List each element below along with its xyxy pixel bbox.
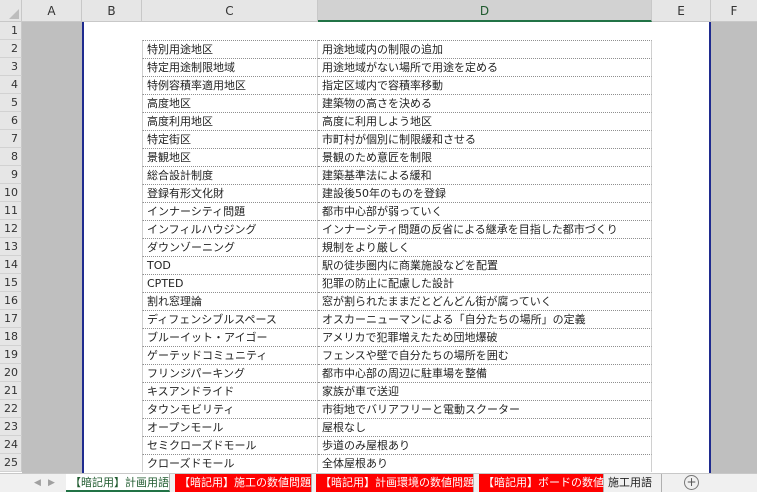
row-header[interactable]: 16 bbox=[0, 292, 22, 310]
description-cell[interactable]: フェンスや壁で自分たちの場所を囲む bbox=[318, 346, 652, 364]
column-header-b[interactable]: B bbox=[82, 0, 142, 22]
row-header[interactable]: 9 bbox=[0, 166, 22, 184]
description-cell[interactable]: 市街地でバリアフリーと電動スクーター bbox=[318, 400, 652, 418]
column-header-f[interactable]: F bbox=[711, 0, 757, 22]
row-header[interactable]: 6 bbox=[0, 112, 22, 130]
term-cell[interactable]: CPTED bbox=[142, 274, 318, 292]
term-cell[interactable]: インナーシティ問題 bbox=[142, 202, 318, 220]
row-header[interactable]: 3 bbox=[0, 58, 22, 76]
term-cell[interactable]: キスアンドライド bbox=[142, 382, 318, 400]
term-cell[interactable]: ブルーイット・アイゴー bbox=[142, 328, 318, 346]
description-cell[interactable]: インナーシティ問題の反省による継承を目指した都市づくり bbox=[318, 220, 652, 238]
row-header[interactable]: 15 bbox=[0, 274, 22, 292]
term-cell[interactable]: 高度地区 bbox=[142, 94, 318, 112]
term-cell[interactable]: TOD bbox=[142, 256, 318, 274]
row-header[interactable]: 12 bbox=[0, 220, 22, 238]
description-cell[interactable]: 市町村が個別に制限緩和させる bbox=[318, 130, 652, 148]
column-header-e[interactable]: E bbox=[652, 0, 711, 22]
term-cell[interactable]: 特別用途地区 bbox=[142, 40, 318, 58]
description-cell[interactable]: 都市中心部の周辺に駐車場を整備 bbox=[318, 364, 652, 382]
row-header[interactable]: 14 bbox=[0, 256, 22, 274]
description-cell[interactable]: 犯罪の防止に配慮した設計 bbox=[318, 274, 652, 292]
term-cell[interactable]: ダウンゾーニング bbox=[142, 238, 318, 256]
spreadsheet: A B C D E F 1 2 特別用途地区 用途地域内の制限の追加 3 特定用途制限地域… bbox=[0, 0, 757, 473]
description-cell[interactable]: 規制をより厳しく bbox=[318, 238, 652, 256]
term-cell[interactable]: 特定街区 bbox=[142, 130, 318, 148]
tab-seko-yogo[interactable]: 施工用語 bbox=[604, 474, 662, 492]
description-cell[interactable]: アメリカで犯罪増えたため団地爆破 bbox=[318, 328, 652, 346]
term-cell[interactable]: 高度利用地区 bbox=[142, 112, 318, 130]
column-header-c[interactable]: C bbox=[142, 0, 318, 22]
tab-keikaku-kankyo-suchi[interactable]: 【暗記用】計画環境の数値問題 bbox=[316, 474, 474, 492]
description-cell[interactable]: 駅の徒歩圏内に商業施設などを配置 bbox=[318, 256, 652, 274]
description-cell[interactable]: 用途地域内の制限の追加 bbox=[318, 40, 652, 58]
term-cell[interactable]: セミクローズドモール bbox=[142, 436, 318, 454]
row-header[interactable]: 23 bbox=[0, 418, 22, 436]
tab-keikaku-yogo[interactable]: 【暗記用】計画用語 bbox=[66, 474, 170, 492]
description-cell[interactable]: 建築基準法による緩和 bbox=[318, 166, 652, 184]
row-header[interactable]: 5 bbox=[0, 94, 22, 112]
term-cell[interactable]: フリンジパーキング bbox=[142, 364, 318, 382]
prev-sheet-icon[interactable]: ◀ bbox=[34, 474, 41, 492]
description-cell[interactable]: 窓が割られたままだとどんどん街が腐っていく bbox=[318, 292, 652, 310]
row-header[interactable]: 10 bbox=[0, 184, 22, 202]
row-header[interactable]: 20 bbox=[0, 364, 22, 382]
term-cell[interactable]: タウンモビリティ bbox=[142, 400, 318, 418]
row-header[interactable]: 8 bbox=[0, 148, 22, 166]
select-all-corner[interactable] bbox=[0, 0, 22, 22]
row-header[interactable]: 1 bbox=[0, 22, 22, 40]
term-cell[interactable]: インフィルハウジング bbox=[142, 220, 318, 238]
row-header[interactable]: 22 bbox=[0, 400, 22, 418]
row-header[interactable]: 24 bbox=[0, 436, 22, 454]
row-header[interactable]: 19 bbox=[0, 346, 22, 364]
term-cell[interactable]: オープンモール bbox=[142, 418, 318, 436]
tab-board-suchi[interactable]: 【暗記用】ボードの数値 bbox=[479, 474, 604, 492]
term-cell[interactable]: ゲーテッドコミュニティ bbox=[142, 346, 318, 364]
description-cell[interactable]: 景観のため意匠を制限 bbox=[318, 148, 652, 166]
sheet-tab-bar: ◀ ▶ 【暗記用】計画用語 【暗記用】施工の数値問題 【暗記用】計画環境の数値問… bbox=[0, 473, 757, 492]
row-header[interactable]: 11 bbox=[0, 202, 22, 220]
column-header-a[interactable]: A bbox=[22, 0, 82, 22]
description-cell[interactable]: 建築物の高さを決める bbox=[318, 94, 652, 112]
column-header-d[interactable]: D bbox=[318, 0, 652, 22]
row-header[interactable]: 2 bbox=[0, 40, 22, 58]
term-cell[interactable]: 特例容積率適用地区 bbox=[142, 76, 318, 94]
description-cell[interactable]: 家族が車で送迎 bbox=[318, 382, 652, 400]
term-cell[interactable]: ディフェンシブルスペース bbox=[142, 310, 318, 328]
tab-seko-suchi[interactable]: 【暗記用】施工の数値問題 bbox=[175, 474, 312, 492]
next-sheet-icon[interactable]: ▶ bbox=[48, 474, 55, 492]
row-header[interactable]: 25 bbox=[0, 454, 22, 472]
description-cell[interactable]: 全体屋根あり bbox=[318, 454, 652, 472]
term-cell[interactable]: クローズドモール bbox=[142, 454, 318, 472]
description-cell[interactable]: 都市中心部が弱っていく bbox=[318, 202, 652, 220]
description-cell[interactable]: オスカーニューマンによる「自分たちの場所」の定義 bbox=[318, 310, 652, 328]
column-f-shaded bbox=[711, 22, 757, 473]
row-header[interactable]: 13 bbox=[0, 238, 22, 256]
column-a-shaded bbox=[22, 22, 82, 473]
row-header[interactable]: 17 bbox=[0, 310, 22, 328]
row-header[interactable]: 7 bbox=[0, 130, 22, 148]
add-sheet-icon[interactable]: + bbox=[684, 475, 699, 490]
description-cell[interactable]: 高度に利用しよう地区 bbox=[318, 112, 652, 130]
row-header[interactable]: 18 bbox=[0, 328, 22, 346]
row-header[interactable]: 21 bbox=[0, 382, 22, 400]
term-cell[interactable]: 登録有形文化財 bbox=[142, 184, 318, 202]
row-header[interactable]: 4 bbox=[0, 76, 22, 94]
description-cell[interactable]: 指定区域内で容積率移動 bbox=[318, 76, 652, 94]
description-cell[interactable]: 用途地域がない場所で用途を定める bbox=[318, 58, 652, 76]
description-cell[interactable]: 歩道のみ屋根あり bbox=[318, 436, 652, 454]
term-cell[interactable]: 特定用途制限地域 bbox=[142, 58, 318, 76]
description-cell[interactable]: 建設後50年のものを登録 bbox=[318, 184, 652, 202]
term-cell[interactable]: 景観地区 bbox=[142, 148, 318, 166]
term-cell[interactable]: 割れ窓理論 bbox=[142, 292, 318, 310]
description-cell[interactable]: 屋根なし bbox=[318, 418, 652, 436]
term-cell[interactable]: 総合設計制度 bbox=[142, 166, 318, 184]
